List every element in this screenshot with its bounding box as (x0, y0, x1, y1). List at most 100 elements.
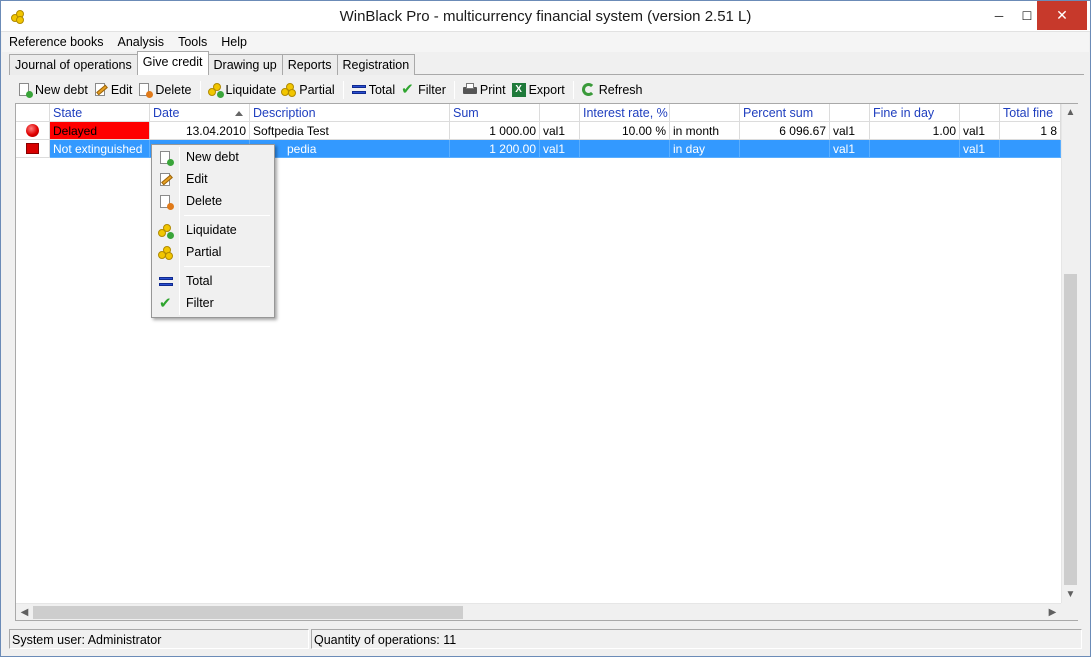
cell-period: in month (670, 122, 740, 140)
context-edit-label: Edit (186, 172, 208, 186)
column-sum[interactable]: Sum (450, 104, 540, 122)
cell-fine-currency: val1 (960, 122, 1000, 140)
cell-description: pedia (250, 140, 450, 158)
delete-button[interactable]: Delete (135, 80, 194, 100)
tab-strip: Journal of operations Give credit Drawin… (9, 51, 416, 75)
flag-status-icon (26, 143, 39, 154)
toolbar: New debt Edit Delete Liquidate Partial T… (15, 79, 646, 101)
row-indicator (16, 122, 50, 140)
column-fine-currency[interactable] (960, 104, 1000, 122)
cell-period: in day (670, 140, 740, 158)
context-delete[interactable]: Delete (154, 191, 272, 212)
scroll-left-button[interactable]: ◀ (16, 604, 33, 621)
table-row[interactable]: Delayed 13.04.2010 Softpedia Test 1 000.… (16, 122, 1061, 140)
cell-fine-currency: val1 (960, 140, 1000, 158)
coins-add-icon (158, 223, 174, 239)
filter-check-icon: ✔ (159, 295, 172, 312)
tab-reports[interactable]: Reports (281, 54, 338, 75)
scroll-up-button[interactable]: ▲ (1062, 104, 1079, 121)
total-label: Total (368, 83, 396, 97)
edit-pencil-icon (158, 172, 174, 188)
refresh-icon (581, 82, 597, 98)
column-interest-rate[interactable]: Interest rate, % (580, 104, 670, 122)
coins-add-icon (207, 82, 224, 98)
close-button[interactable]: ✕ (1037, 1, 1087, 30)
edit-button[interactable]: Edit (91, 80, 136, 100)
context-filter[interactable]: ✔ Filter (154, 293, 272, 314)
column-description[interactable]: Description (250, 104, 450, 122)
column-total-fine[interactable]: Total fine (1000, 104, 1061, 122)
context-total[interactable]: Total (154, 271, 272, 292)
print-button[interactable]: Print (460, 80, 509, 100)
liquidate-button[interactable]: Liquidate (206, 80, 280, 100)
column-percent-currency[interactable] (830, 104, 870, 122)
column-percent-sum[interactable]: Percent sum (740, 104, 830, 122)
excel-export-icon: X (511, 82, 527, 98)
printer-icon (462, 82, 478, 98)
refresh-button[interactable]: Refresh (579, 80, 646, 100)
delete-document-icon (137, 82, 154, 98)
liquidate-label: Liquidate (225, 83, 277, 97)
row-indicator (16, 140, 50, 158)
new-document-icon (17, 82, 33, 98)
coins-partial-icon (281, 82, 297, 98)
cell-fine-in-day (870, 140, 960, 158)
delete-label: Delete (155, 83, 192, 97)
cell-sum-currency: val1 (540, 122, 580, 140)
context-new-debt[interactable]: New debt (154, 147, 272, 168)
cell-sum-currency: val1 (540, 140, 580, 158)
export-button[interactable]: X Export (509, 80, 568, 100)
context-partial[interactable]: Partial (154, 242, 272, 263)
column-sum-currency[interactable] (540, 104, 580, 122)
context-edit[interactable]: Edit (154, 169, 272, 190)
partial-label: Partial (299, 83, 335, 97)
tab-give-credit[interactable]: Give credit (136, 51, 209, 75)
cell-percent-currency: val1 (830, 122, 870, 140)
grid-header: State Date Description Sum Interest rate… (16, 104, 1061, 122)
context-separator (184, 215, 270, 216)
column-period[interactable] (670, 104, 740, 122)
context-menu: New debt Edit Delete Liquidate Partial T… (151, 144, 275, 318)
filter-button[interactable]: ✔ Filter (398, 80, 449, 100)
cell-total-fine (1000, 140, 1061, 158)
partial-button[interactable]: Partial (279, 80, 337, 100)
toolbar-separator (572, 81, 574, 99)
cell-interest-rate: 10.00 % (580, 122, 670, 140)
horizontal-scrollbar[interactable]: ◀ ▶ (16, 603, 1061, 620)
menu-analysis[interactable]: Analysis (111, 32, 172, 52)
column-fine-in-day[interactable]: Fine in day (870, 104, 960, 122)
horizontal-scroll-thumb[interactable] (33, 606, 463, 619)
new-debt-button[interactable]: New debt (15, 80, 91, 100)
scroll-right-button[interactable]: ▶ (1044, 604, 1061, 621)
column-state[interactable]: State (50, 104, 150, 122)
menu-help[interactable]: Help (214, 32, 254, 52)
scroll-down-button[interactable]: ▼ (1062, 586, 1079, 603)
vertical-scrollbar[interactable]: ▲ ▼ (1061, 104, 1078, 603)
filter-label: Filter (418, 83, 446, 97)
context-liquidate[interactable]: Liquidate (154, 220, 272, 241)
new-debt-label: New debt (35, 83, 88, 97)
status-bar: System user: Administrator Quantity of o… (9, 629, 1084, 651)
status-system-user: System user: Administrator (9, 629, 309, 649)
context-separator (184, 266, 270, 267)
cell-total-fine: 1 8 (1000, 122, 1061, 140)
tab-journal-of-operations[interactable]: Journal of operations (9, 54, 138, 75)
context-filter-label: Filter (186, 296, 214, 310)
tab-registration[interactable]: Registration (336, 54, 416, 75)
total-bars-icon (158, 274, 174, 290)
vertical-scroll-thumb[interactable] (1064, 274, 1077, 585)
window-title: WinBlack Pro - multicurrency financial s… (339, 8, 752, 25)
tab-drawing-up[interactable]: Drawing up (207, 54, 283, 75)
menu-tools[interactable]: Tools (171, 32, 214, 52)
cell-fine-in-day: 1.00 (870, 122, 960, 140)
cell-percent-sum (740, 140, 830, 158)
new-document-icon (158, 150, 174, 166)
column-date[interactable]: Date (150, 104, 250, 122)
sort-ascending-icon (235, 111, 243, 116)
cell-percent-sum: 6 096.67 (740, 122, 830, 140)
total-button[interactable]: Total (349, 80, 398, 100)
column-indicator[interactable] (16, 104, 50, 122)
context-total-label: Total (186, 274, 213, 288)
menu-reference-books[interactable]: Reference books (2, 32, 111, 52)
menu-bar: Reference books Analysis Tools Help (2, 32, 1089, 52)
